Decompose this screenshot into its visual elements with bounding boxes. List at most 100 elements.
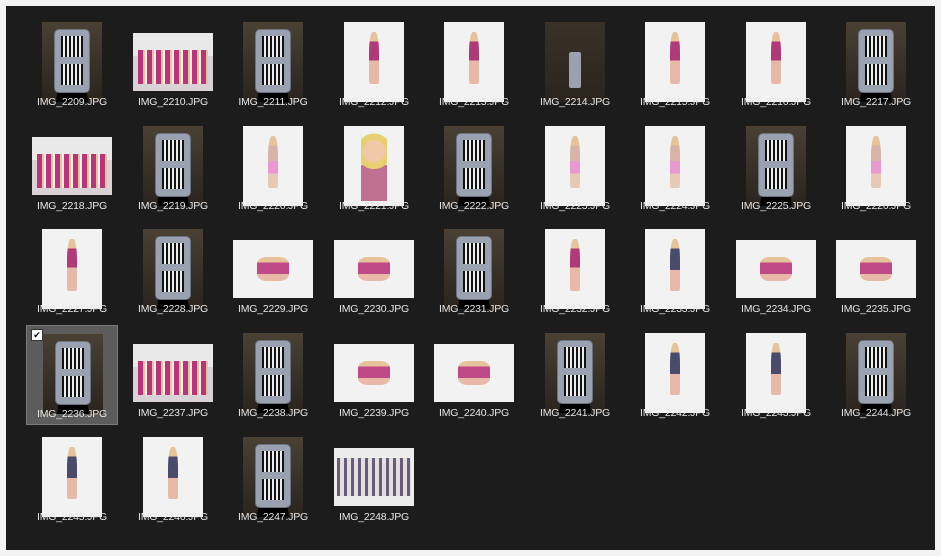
file-name-label: IMG_2241.JPG — [540, 407, 610, 419]
thumbnail-image — [243, 437, 303, 517]
file-item[interactable]: IMG_2214.JPG — [529, 14, 621, 114]
thumbnail-image — [645, 126, 705, 206]
file-item[interactable]: IMG_2230.JPG — [328, 221, 420, 321]
file-item[interactable]: IMG_2243.JPG — [730, 325, 822, 425]
thumbnail-image — [545, 229, 605, 309]
thumbnail-image — [645, 22, 705, 102]
file-item[interactable]: IMG_2215.JPG — [629, 14, 721, 114]
file-name-label: IMG_2232.JPG — [540, 303, 610, 315]
thumbnail-image — [42, 22, 102, 102]
file-item[interactable]: IMG_2220.JPG — [227, 118, 319, 218]
thumbnail — [535, 229, 615, 309]
file-name-label: IMG_2225.JPG — [741, 200, 811, 212]
thumbnail-image — [143, 126, 203, 206]
file-item[interactable]: IMG_2224.JPG — [629, 118, 721, 218]
file-item[interactable]: IMG_2247.JPG — [227, 429, 319, 529]
thumbnail-image — [746, 333, 806, 413]
file-name-label: IMG_2220.JPG — [238, 200, 308, 212]
file-item[interactable]: IMG_2228.JPG — [127, 221, 219, 321]
thumbnail-image — [344, 22, 404, 102]
file-item[interactable]: IMG_2241.JPG — [529, 325, 621, 425]
thumbnail-image — [746, 22, 806, 102]
thumbnail — [736, 333, 816, 413]
thumbnail-image — [645, 229, 705, 309]
thumbnail — [434, 126, 514, 206]
thumbnail — [233, 229, 313, 309]
file-item[interactable]: IMG_2210.JPG — [127, 14, 219, 114]
file-item[interactable]: IMG_2245.JPG — [26, 429, 118, 529]
file-name-label: IMG_2209.JPG — [37, 96, 107, 108]
thumbnail — [133, 437, 213, 517]
file-item[interactable]: IMG_2229.JPG — [227, 221, 319, 321]
file-item[interactable]: IMG_2217.JPG — [830, 14, 922, 114]
thumbnail-image — [344, 126, 404, 206]
file-name-label: IMG_2215.JPG — [640, 96, 710, 108]
file-item[interactable]: IMG_2244.JPG — [830, 325, 922, 425]
thumbnail-image — [846, 126, 906, 206]
file-item[interactable]: ✔ IMG_2236.JPG — [26, 325, 118, 425]
thumbnail — [736, 22, 816, 102]
file-name-label: IMG_2223.JPG — [540, 200, 610, 212]
file-item[interactable]: IMG_2234.JPG — [730, 221, 822, 321]
thumbnail — [32, 437, 112, 517]
thumbnail — [33, 334, 113, 414]
file-name-label: IMG_2233.JPG — [640, 303, 710, 315]
thumbnail-image — [846, 22, 906, 102]
file-name-label: IMG_2238.JPG — [238, 407, 308, 419]
file-name-label: IMG_2210.JPG — [138, 96, 208, 108]
file-item[interactable]: IMG_2240.JPG — [428, 325, 520, 425]
file-item[interactable]: IMG_2238.JPG — [227, 325, 319, 425]
file-item[interactable]: IMG_2226.JPG — [830, 118, 922, 218]
thumbnail-image — [42, 229, 102, 309]
file-item[interactable]: IMG_2232.JPG — [529, 221, 621, 321]
selection-checkbox[interactable]: ✔ — [31, 329, 43, 341]
file-item[interactable]: IMG_2213.JPG — [428, 14, 520, 114]
file-item[interactable]: IMG_2216.JPG — [730, 14, 822, 114]
file-item[interactable]: IMG_2223.JPG — [529, 118, 621, 218]
file-item[interactable]: IMG_2212.JPG — [328, 14, 420, 114]
thumbnail-image — [444, 22, 504, 102]
file-item[interactable]: IMG_2239.JPG — [328, 325, 420, 425]
file-name-label: IMG_2229.JPG — [238, 303, 308, 315]
file-name-label: IMG_2240.JPG — [439, 407, 509, 419]
thumbnail-image — [444, 229, 504, 309]
file-item[interactable]: IMG_2231.JPG — [428, 221, 520, 321]
file-item[interactable]: IMG_2233.JPG — [629, 221, 721, 321]
thumbnail — [133, 22, 213, 102]
file-name-label: IMG_2230.JPG — [339, 303, 409, 315]
thumbnail-image — [133, 33, 213, 91]
thumbnail — [233, 437, 313, 517]
file-item[interactable]: IMG_2218.JPG — [26, 118, 118, 218]
thumbnail — [32, 126, 112, 206]
file-item[interactable]: IMG_2211.JPG — [227, 14, 319, 114]
file-item[interactable]: IMG_2225.JPG — [730, 118, 822, 218]
file-item[interactable]: IMG_2222.JPG — [428, 118, 520, 218]
thumbnail-image — [233, 240, 313, 298]
file-item[interactable]: IMG_2242.JPG — [629, 325, 721, 425]
file-item[interactable]: IMG_2237.JPG — [127, 325, 219, 425]
thumbnail — [535, 22, 615, 102]
thumbnail-image — [243, 22, 303, 102]
file-item[interactable]: IMG_2209.JPG — [26, 14, 118, 114]
thumbnail-image — [736, 240, 816, 298]
thumbnail — [334, 437, 414, 517]
file-item[interactable]: IMG_2246.JPG — [127, 429, 219, 529]
thumbnail-image — [545, 22, 605, 102]
file-item[interactable]: IMG_2235.JPG — [830, 221, 922, 321]
file-name-label: IMG_2217.JPG — [841, 96, 911, 108]
thumbnail-image — [32, 137, 112, 195]
thumbnail-image — [143, 229, 203, 309]
file-browser-grid[interactable]: IMG_2209.JPG IMG_2210.JPG IMG_2211.JPG IMG_… — [6, 6, 935, 550]
thumbnail — [334, 333, 414, 413]
thumbnail-image — [143, 437, 203, 517]
file-item[interactable]: IMG_2227.JPG — [26, 221, 118, 321]
thumbnail — [836, 333, 916, 413]
file-item[interactable]: IMG_2221.JPG — [328, 118, 420, 218]
thumbnail — [133, 229, 213, 309]
file-item[interactable]: IMG_2219.JPG — [127, 118, 219, 218]
file-item[interactable]: IMG_2248.JPG — [328, 429, 420, 529]
thumbnail-image — [846, 333, 906, 413]
file-name-label: IMG_2221.JPG — [339, 200, 409, 212]
thumbnail-image — [836, 240, 916, 298]
thumbnail — [334, 126, 414, 206]
